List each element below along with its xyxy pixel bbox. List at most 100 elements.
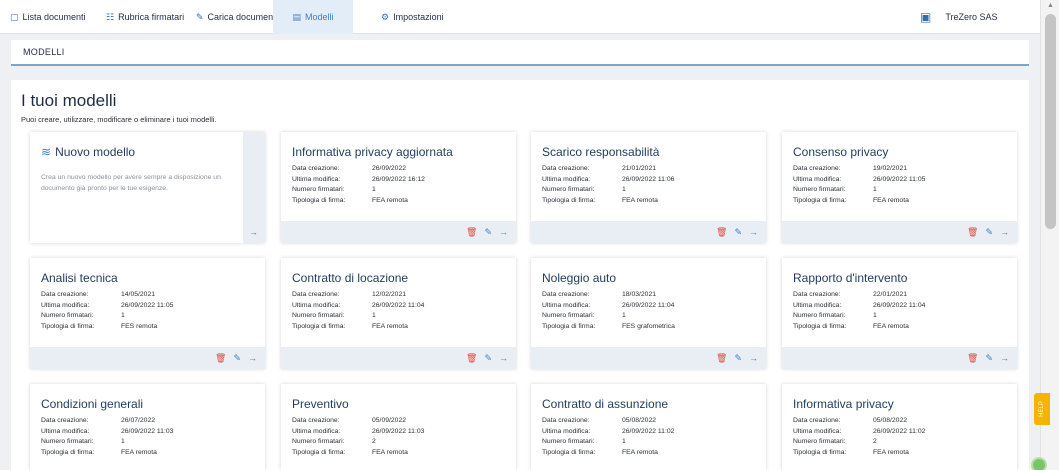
arrow-right-icon[interactable]: → [1000, 227, 1009, 237]
signers-label: Numero firmatari: [292, 438, 345, 445]
signature-type-label: Tipologia di firma: [542, 448, 596, 456]
signature-type-label: Tipologia di firma: [292, 322, 346, 330]
signature-type-value: FEA remota [372, 322, 408, 330]
model-card[interactable]: Noleggio auto Data creazione: 18/03/2021 … [531, 258, 766, 369]
modified-value: 26/09/2022 11:03 [121, 427, 174, 435]
model-card[interactable]: Informativa privacy Data creazione: 05/08… [782, 384, 1017, 470]
edit-icon[interactable]: ✎ [734, 227, 742, 238]
created-value: 14/05/2021 [121, 291, 156, 298]
modified-value: 26/09/2022 11:02 [622, 427, 675, 435]
signature-type-value: FES remota [121, 322, 158, 330]
modified-label: Ultima modifica: [292, 175, 341, 183]
card-actions: 🗑 ✎ → [716, 347, 758, 369]
arrow-right-icon[interactable]: → [249, 227, 258, 237]
model-card[interactable]: Scarico responsabilità Data creazione: 21… [531, 132, 766, 243]
model-title: Consenso privacy [793, 145, 889, 159]
nav-item-rubrica-firmatari[interactable]: ☷ Rubrica firmatari [106, 0, 184, 34]
signers-value: 1 [121, 312, 125, 319]
signature-type-label: Tipologia di firma: [542, 196, 596, 204]
scrollbar-thumb[interactable] [1045, 14, 1056, 229]
edit-icon[interactable]: ✎ [734, 353, 742, 364]
edit-icon[interactable]: ✎ [985, 227, 993, 238]
model-card[interactable]: Informativa privacy aggiornata Data crea… [281, 132, 516, 243]
modified-label: Ultima modifica: [793, 175, 842, 183]
trash-icon[interactable]: 🗑 [215, 353, 226, 364]
created-label: Data creazione: [292, 291, 340, 298]
new-model-title: ≋ Nuovo modello [41, 145, 135, 159]
settings-icon: ⚙ [381, 11, 390, 22]
model-card[interactable]: Condizioni generali Data creazione: 26/07… [30, 384, 265, 470]
modified-value: 26/09/2022 11:04 [622, 301, 675, 309]
model-card[interactable]: Preventivo Data creazione: 05/09/2022 Ult… [281, 384, 516, 470]
template-icon: ▤ [292, 11, 301, 22]
model-card[interactable]: Analisi tecnica Data creazione: 14/05/202… [30, 258, 265, 369]
nav-item-carica-documento[interactable]: ✎ Carica documento [196, 0, 281, 34]
model-title: Scarico responsabilità [542, 145, 660, 159]
company-selector[interactable]: ▣ TreZero SAS [920, 0, 998, 34]
edit-icon[interactable]: ✎ [233, 353, 241, 364]
model-details: Data creazione: 26/09/2022 Ultima modific… [292, 165, 425, 207]
model-card[interactable]: Contratto di locazione Data creazione: 12… [281, 258, 516, 369]
created-value: 05/09/2022 [372, 417, 407, 424]
signers-value: 1 [372, 186, 376, 193]
help-label: HELP [1039, 401, 1045, 417]
created-label: Data creazione: [41, 417, 89, 424]
model-card[interactable]: Contratto di assunzione Data creazione: 0… [531, 384, 766, 470]
signature-type-label: Tipologia di firma: [41, 322, 95, 330]
arrow-right-icon[interactable]: → [749, 227, 758, 237]
signers-label: Numero firmatari: [793, 312, 846, 319]
edit-icon[interactable]: ✎ [484, 227, 492, 238]
model-card[interactable]: Rapporto d'intervento Data creazione: 22/… [782, 258, 1017, 369]
building-icon: ▣ [920, 10, 932, 24]
nav-item-lista-documenti[interactable]: ▢ Lista documenti [10, 0, 86, 34]
chat-widget-icon[interactable] [1031, 457, 1047, 470]
arrow-right-icon[interactable]: → [1000, 353, 1009, 363]
arrow-right-icon[interactable]: → [499, 227, 508, 237]
arrow-right-icon[interactable]: → [749, 353, 758, 363]
modified-value: 26/09/2022 11:04 [372, 301, 425, 309]
signature-type-value: FEA remota [873, 322, 909, 330]
arrow-right-icon[interactable]: → [248, 353, 257, 363]
page-subtitle: Puoi creare, utilizzare, modificare o el… [21, 115, 217, 124]
card-actions: 🗑 ✎ → [967, 221, 1009, 243]
trash-icon[interactable]: 🗑 [466, 353, 477, 364]
signers-label: Numero firmatari: [542, 186, 595, 193]
card-footer: 🗑 ✎ → [30, 347, 265, 369]
edit-icon[interactable]: ✎ [484, 353, 492, 364]
signers-label: Numero firmatari: [41, 312, 94, 319]
model-title: Preventivo [292, 397, 349, 411]
arrow-right-icon[interactable]: → [499, 353, 508, 363]
nav-item-modelli[interactable]: ▤ Modelli [273, 0, 353, 34]
layers-icon: ≋ [41, 145, 52, 159]
model-details: Data creazione: 22/01/2021 Ultima modific… [793, 291, 925, 333]
signature-type-label: Tipologia di firma: [292, 448, 346, 456]
modified-label: Ultima modifica: [41, 427, 90, 435]
created-label: Data creazione: [793, 291, 841, 298]
scroll-up-arrow-icon[interactable]: ▲ [1041, 2, 1059, 9]
trash-icon[interactable]: 🗑 [967, 227, 978, 238]
modified-label: Ultima modifica: [793, 427, 842, 435]
trash-icon[interactable]: 🗑 [716, 227, 727, 238]
created-value: 26/09/2022 [372, 165, 407, 172]
signature-type-value: FEA remota [622, 196, 658, 204]
card-footer: 🗑 ✎ → [281, 221, 516, 243]
nav-item-impostazioni[interactable]: ⚙ Impostazioni [381, 0, 444, 34]
signers-label: Numero firmatari: [41, 438, 94, 445]
signature-type-value: FEA remota [372, 448, 408, 456]
model-details: Data creazione: 12/02/2021 Ultima modific… [292, 291, 424, 333]
trash-icon[interactable]: 🗑 [466, 227, 477, 238]
created-value: 12/02/2021 [372, 291, 407, 298]
modified-label: Ultima modifica: [41, 301, 90, 309]
card-footer: 🗑 ✎ → [782, 221, 1017, 243]
model-card[interactable]: Consenso privacy Data creazione: 19/02/20… [782, 132, 1017, 243]
edit-icon[interactable]: ✎ [985, 353, 993, 364]
trash-icon[interactable]: 🗑 [716, 353, 727, 364]
help-tab[interactable]: HELP [1034, 393, 1050, 425]
card-actions: 🗑 ✎ → [967, 347, 1009, 369]
modified-label: Ultima modifica: [542, 175, 591, 183]
trash-icon[interactable]: 🗑 [967, 353, 978, 364]
model-title: Contratto di assunzione [542, 397, 669, 411]
nav-item-label: Carica documento [207, 12, 281, 22]
nav-item-label: Impostazioni [393, 12, 444, 22]
new-model-card[interactable]: ≋ Nuovo modello Crea un nuovo modello pe… [30, 132, 265, 243]
